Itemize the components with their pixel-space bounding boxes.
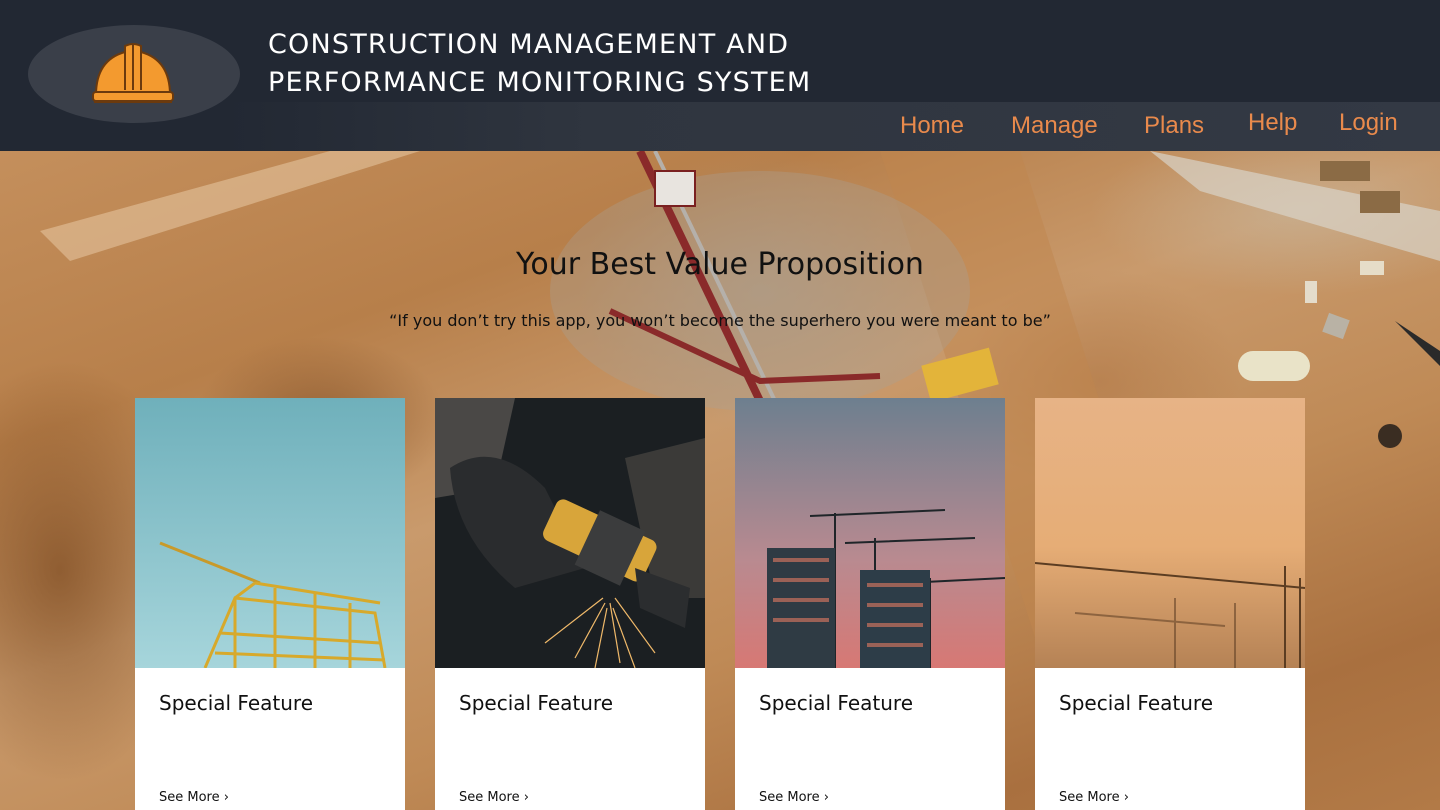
hero-section: Your Best Value Proposition “If you don’…	[0, 151, 1440, 810]
card-image-cranes-haze	[1035, 398, 1305, 668]
nav-login[interactable]: Login	[1339, 109, 1398, 137]
app-title-line-1: CONSTRUCTION MANAGEMENT AND	[268, 29, 790, 60]
card-title: Special Feature	[459, 691, 613, 715]
app-title: CONSTRUCTION MANAGEMENT AND PERFORMANCE …	[268, 26, 811, 102]
feature-card[interactable]: Special Feature See More ›	[735, 398, 1005, 810]
nav-home[interactable]: Home	[900, 112, 964, 140]
card-image-scaffold	[135, 398, 405, 668]
app-title-line-2: PERFORMANCE MONITORING SYSTEM	[268, 67, 812, 98]
card-image-grinder	[435, 398, 705, 668]
hero-quote: “If you don’t try this app, you won’t be…	[389, 311, 1051, 330]
header: CONSTRUCTION MANAGEMENT AND PERFORMANCE …	[0, 0, 1440, 151]
logo[interactable]	[28, 25, 240, 123]
nav-plans[interactable]: Plans	[1144, 112, 1204, 140]
see-more-link[interactable]: See More ›	[459, 790, 529, 805]
card-image-cranes-sunset	[735, 398, 1005, 668]
card-title: Special Feature	[1059, 691, 1213, 715]
navbar: Home Manage Plans Help Login	[224, 102, 1440, 151]
card-title: Special Feature	[759, 691, 913, 715]
feature-card[interactable]: Special Feature See More ›	[435, 398, 705, 810]
feature-card[interactable]: Special Feature See More ›	[135, 398, 405, 810]
see-more-link[interactable]: See More ›	[159, 790, 229, 805]
nav-manage[interactable]: Manage	[1011, 112, 1098, 140]
nav-help[interactable]: Help	[1248, 109, 1297, 137]
see-more-link[interactable]: See More ›	[759, 790, 829, 805]
see-more-link[interactable]: See More ›	[1059, 790, 1129, 805]
hero-headline: Your Best Value Proposition	[516, 247, 924, 282]
card-title: Special Feature	[159, 691, 313, 715]
feature-card[interactable]: Special Feature See More ›	[1035, 398, 1305, 810]
hard-hat-icon	[92, 43, 174, 103]
